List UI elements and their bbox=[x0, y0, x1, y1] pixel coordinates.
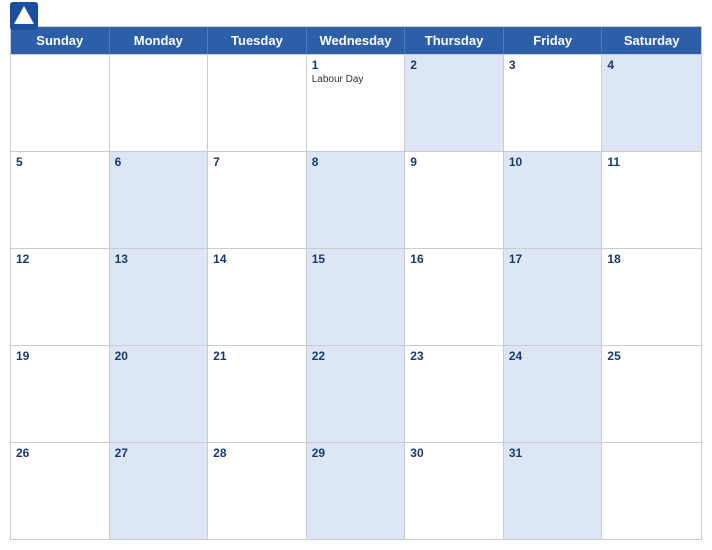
day-header-thursday: Thursday bbox=[405, 27, 504, 54]
day-header-monday: Monday bbox=[110, 27, 209, 54]
day-number: 23 bbox=[410, 349, 498, 363]
day-cell: 27 bbox=[110, 443, 209, 539]
day-number: 17 bbox=[509, 252, 597, 266]
day-headers: SundayMondayTuesdayWednesdayThursdayFrid… bbox=[11, 27, 701, 54]
day-cell: 15 bbox=[307, 249, 406, 345]
logo-icon bbox=[10, 2, 38, 30]
day-number: 15 bbox=[312, 252, 400, 266]
day-cell: 4 bbox=[602, 55, 701, 151]
day-cell bbox=[602, 443, 701, 539]
day-header-sunday: Sunday bbox=[11, 27, 110, 54]
day-cell: 7 bbox=[208, 152, 307, 248]
day-number: 11 bbox=[607, 155, 696, 169]
week-row-0: 1 Labour Day 234 bbox=[11, 54, 701, 151]
week-row-4: 26 27 28 29 30 31 bbox=[11, 442, 701, 539]
day-number: 26 bbox=[16, 446, 104, 460]
calendar: SundayMondayTuesdayWednesdayThursdayFrid… bbox=[10, 26, 702, 540]
day-cell: 6 bbox=[110, 152, 209, 248]
day-number: 22 bbox=[312, 349, 400, 363]
day-cell: 13 bbox=[110, 249, 209, 345]
day-cell: 24 bbox=[504, 346, 603, 442]
calendar-header bbox=[10, 10, 702, 20]
day-number: 25 bbox=[607, 349, 696, 363]
day-number: 16 bbox=[410, 252, 498, 266]
day-cell: 11 bbox=[602, 152, 701, 248]
day-number: 29 bbox=[312, 446, 400, 460]
day-cell: 2 bbox=[405, 55, 504, 151]
day-cell: 28 bbox=[208, 443, 307, 539]
day-number: 28 bbox=[213, 446, 301, 460]
holiday-label: Labour Day bbox=[312, 74, 400, 85]
day-number: 1 bbox=[312, 58, 400, 72]
day-cell: 30 bbox=[405, 443, 504, 539]
day-number: 8 bbox=[312, 155, 400, 169]
day-cell bbox=[11, 55, 110, 151]
day-number: 14 bbox=[213, 252, 301, 266]
day-cell: 12 bbox=[11, 249, 110, 345]
day-number: 3 bbox=[509, 58, 597, 72]
day-number: 27 bbox=[115, 446, 203, 460]
day-number: 6 bbox=[115, 155, 203, 169]
day-cell bbox=[110, 55, 209, 151]
day-number: 4 bbox=[607, 58, 696, 72]
day-cell: 25 bbox=[602, 346, 701, 442]
day-cell: 17 bbox=[504, 249, 603, 345]
day-cell: 18 bbox=[602, 249, 701, 345]
day-cell: 29 bbox=[307, 443, 406, 539]
day-cell: 20 bbox=[110, 346, 209, 442]
day-cell: 26 bbox=[11, 443, 110, 539]
day-number: 12 bbox=[16, 252, 104, 266]
weeks: 1Labour Day23456789101112131415161718192… bbox=[11, 54, 701, 539]
day-number: 9 bbox=[410, 155, 498, 169]
week-row-3: 19 20 21 22 23 24 25 bbox=[11, 345, 701, 442]
day-cell: 8 bbox=[307, 152, 406, 248]
day-cell: 9 bbox=[405, 152, 504, 248]
day-cell: 23 bbox=[405, 346, 504, 442]
week-row-1: 56789 10 11 bbox=[11, 151, 701, 248]
day-number: 31 bbox=[509, 446, 597, 460]
day-number: 7 bbox=[213, 155, 301, 169]
logo bbox=[10, 2, 42, 30]
day-number: 20 bbox=[115, 349, 203, 363]
day-number: 24 bbox=[509, 349, 597, 363]
day-cell: 16 bbox=[405, 249, 504, 345]
week-row-2: 12 13 14 15 16 17 18 bbox=[11, 248, 701, 345]
day-number: 2 bbox=[410, 58, 498, 72]
day-header-friday: Friday bbox=[504, 27, 603, 54]
day-cell: 19 bbox=[11, 346, 110, 442]
day-number: 19 bbox=[16, 349, 104, 363]
day-number: 5 bbox=[16, 155, 104, 169]
day-cell: 22 bbox=[307, 346, 406, 442]
day-cell: 5 bbox=[11, 152, 110, 248]
day-number: 21 bbox=[213, 349, 301, 363]
day-cell: 3 bbox=[504, 55, 603, 151]
day-cell: 1 Labour Day bbox=[307, 55, 406, 151]
day-header-tuesday: Tuesday bbox=[208, 27, 307, 54]
day-cell: 10 bbox=[504, 152, 603, 248]
day-cell: 14 bbox=[208, 249, 307, 345]
day-number: 30 bbox=[410, 446, 498, 460]
day-header-saturday: Saturday bbox=[602, 27, 701, 54]
day-cell: 31 bbox=[504, 443, 603, 539]
day-cell: 21 bbox=[208, 346, 307, 442]
day-number: 10 bbox=[509, 155, 597, 169]
day-number: 13 bbox=[115, 252, 203, 266]
day-number: 18 bbox=[607, 252, 696, 266]
day-header-wednesday: Wednesday bbox=[307, 27, 406, 54]
day-cell bbox=[208, 55, 307, 151]
